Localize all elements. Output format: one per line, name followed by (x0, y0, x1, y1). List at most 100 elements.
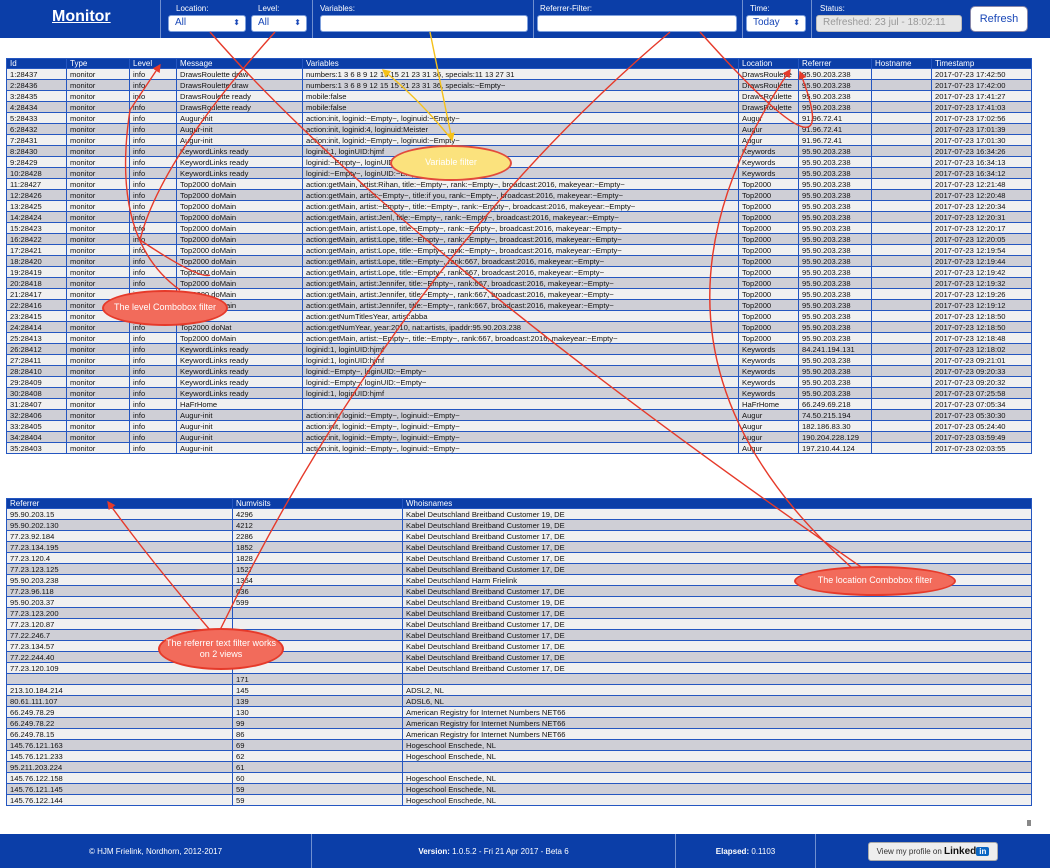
table-cell: Augur-init (176, 442, 303, 454)
table-row[interactable]: 145.76.121.163 69 Hogeschool Enschede, NL (6, 739, 1032, 751)
table-cell: mobile:false (302, 101, 739, 113)
table-cell: 95.90.203.238 (798, 189, 872, 201)
table-cell: info (129, 420, 177, 432)
table-row[interactable]: 171 (6, 673, 1032, 685)
table-cell: 6:28432 (6, 123, 67, 135)
refresh-button[interactable]: Refresh (970, 6, 1028, 32)
table-row[interactable]: 28:28410 monitor info KeywordLinks ready log… (6, 365, 1032, 377)
table-row[interactable]: 3:28435 monitor info DrawsRoulette ready mob… (6, 90, 1032, 102)
column-header[interactable]: Type (66, 58, 130, 69)
table-row[interactable]: 31:28407 monitor info HaFrHome HaFrHome 66.24… (6, 398, 1032, 410)
location-select[interactable]: All ⬍ (168, 15, 246, 32)
table-row[interactable]: 9:28429 monitor info KeywordLinks ready logi… (6, 156, 1032, 168)
table-row[interactable]: 66.249.78.29 130 American Registry for Int… (6, 706, 1032, 718)
table-row[interactable]: 2:28436 monitor info DrawsRoulette draw numb… (6, 79, 1032, 91)
table-cell: monitor (66, 145, 130, 157)
column-header[interactable]: Location (738, 58, 799, 69)
table-row[interactable]: 213.10.184.214 145 ADSL2, NL (6, 684, 1032, 696)
table-row[interactable]: 29:28409 monitor info KeywordLinks ready log… (6, 376, 1032, 388)
table-row[interactable]: 66.249.78.22 99 American Registry for Inte… (6, 717, 1032, 729)
table-row[interactable]: 14:28424 monitor info Top2000 doMain action:… (6, 211, 1032, 223)
table-row[interactable]: 77.23.134.195 1852 Kabel Deutschland Breit… (6, 541, 1032, 553)
column-header[interactable]: Message (176, 58, 303, 69)
table-cell: info (129, 387, 177, 399)
table-row[interactable]: 8:28430 monitor info KeywordLinks ready logi… (6, 145, 1032, 157)
variables-input[interactable] (320, 15, 528, 32)
table-row[interactable]: 6:28432 monitor info Augur-init action:init,… (6, 123, 1032, 135)
table-row[interactable]: 5:28433 monitor info Augur-init action:init,… (6, 112, 1032, 124)
table-row[interactable]: 77.23.120.87 Kabel Deutschland Breitband … (6, 618, 1032, 630)
column-header[interactable]: Variables (302, 58, 739, 69)
table-row[interactable]: 35:28403 monitor info Augur-init action:init… (6, 442, 1032, 454)
table-row[interactable]: 95.211.203.224 61 (6, 761, 1032, 773)
table-row[interactable]: 95.90.203.37 599 Kabel Deutschland Breitba… (6, 596, 1032, 608)
table-row[interactable]: 33:28405 monitor info Augur-init action:init… (6, 420, 1032, 432)
table-row[interactable]: 30:28408 monitor info KeywordLinks ready log… (6, 387, 1032, 399)
table-row[interactable]: 80.61.111.107 139 ADSL6, NL (6, 695, 1032, 707)
table-row[interactable]: 13:28425 monitor info Top2000 doMain action:… (6, 200, 1032, 212)
column-header[interactable]: Numvisits (232, 498, 403, 509)
column-header[interactable]: Referrer (798, 58, 872, 69)
table-row[interactable]: 7:28431 monitor info Augur-init action:init,… (6, 134, 1032, 146)
linkedin-brand: Linked (944, 845, 977, 857)
version-label: Version: (418, 846, 450, 856)
table-row[interactable]: 12:28426 monitor info Top2000 doMain action:… (6, 189, 1032, 201)
table-cell: 95.90.203.238 (798, 244, 872, 256)
table-cell: 4212 (232, 519, 403, 531)
table-row[interactable]: 27:28411 monitor info KeywordLinks ready log… (6, 354, 1032, 366)
table-row[interactable]: 25:28413 monitor info Top2000 doMain action:… (6, 332, 1032, 344)
referrer-filter-input[interactable] (537, 15, 737, 32)
table-row[interactable]: 77.23.123.200 Kabel Deutschland Breitband… (6, 607, 1032, 619)
table-cell: info (129, 167, 177, 179)
linkedin-profile-button[interactable]: View my profile on Linked in (867, 841, 999, 861)
column-header[interactable]: Id (6, 58, 67, 69)
table-row[interactable]: 34:28404 monitor info Augur-init action:init… (6, 431, 1032, 443)
table-cell: action:getMain, artist:~Empty~, title:~E… (302, 332, 739, 344)
table-cell: 2:28436 (6, 79, 67, 91)
table-cell: 2017-07-23 12:20:05 (931, 233, 1032, 245)
table-row[interactable]: 4:28434 monitor info DrawsRoulette ready mob… (6, 101, 1032, 113)
table-row[interactable]: 77.23.120.109 Kabel Deutschland Breitband… (6, 662, 1032, 674)
table-row[interactable]: 11:28427 monitor info Top2000 doMain action:… (6, 178, 1032, 190)
referrer-table-scrollbar[interactable] (1027, 820, 1031, 826)
callout-location-filter: The location Combobox filter (794, 566, 956, 596)
table-cell: 95.90.203.238 (798, 365, 872, 377)
column-header[interactable]: Level (129, 58, 177, 69)
table-row[interactable]: 10:28428 monitor info KeywordLinks ready log… (6, 167, 1032, 179)
app-logo[interactable]: Monitor (52, 8, 111, 26)
table-cell: Kabel Deutschland Breitband Customer 17,… (402, 607, 1032, 619)
column-header[interactable]: Whoisnames (402, 498, 1032, 509)
table-row[interactable]: 77.23.120.4 1828 Kabel Deutschland Breitba… (6, 552, 1032, 564)
column-header[interactable]: Timestamp (931, 58, 1032, 69)
table-row[interactable]: 26:28412 monitor info KeywordLinks ready log… (6, 343, 1032, 355)
table-row[interactable]: 20:28418 monitor info Top2000 doMain action:… (6, 277, 1032, 289)
column-header[interactable]: Referrer (6, 498, 233, 509)
table-row[interactable]: 32:28406 monitor info Augur-init action:init… (6, 409, 1032, 421)
table-row[interactable]: 145.76.121.145 59 Hogeschool Enschede, NL (6, 783, 1032, 795)
column-header[interactable]: Hostname (871, 58, 932, 69)
level-select[interactable]: All ⬍ (251, 15, 307, 32)
table-cell: monitor (66, 233, 130, 245)
table-cell: 2017-07-23 05:30:30 (931, 409, 1032, 421)
table-cell: 91.96.72.41 (798, 112, 872, 124)
table-cell: info (129, 343, 177, 355)
table-row[interactable]: 18:28420 monitor info Top2000 doMain action:… (6, 255, 1032, 267)
table-cell: mobile:false (302, 90, 739, 102)
table-cell: DrawsRoulette draw (176, 68, 303, 80)
table-row[interactable]: 17:28421 monitor info Top2000 doMain action:… (6, 244, 1032, 256)
table-row[interactable]: 66.249.78.15 86 American Registry for Inte… (6, 728, 1032, 740)
table-row[interactable]: 95.90.202.130 4212 Kabel Deutschland Breit… (6, 519, 1032, 531)
table-row[interactable]: 1:28437 monitor info DrawsRoulette draw numb… (6, 68, 1032, 80)
table-row[interactable]: 19:28419 monitor info Top2000 doMain action:… (6, 266, 1032, 278)
table-row[interactable]: 145.76.122.158 60 Hogeschool Enschede, NL (6, 772, 1032, 784)
table-row[interactable]: 77.23.92.184 2286 Kabel Deutschland Breitb… (6, 530, 1032, 542)
table-cell: Top2000 (738, 332, 799, 344)
table-row[interactable]: 16:28422 monitor info Top2000 doMain action:… (6, 233, 1032, 245)
table-row[interactable]: 145.76.121.233 62 Hogeschool Enschede, NL (6, 750, 1032, 762)
table-row[interactable]: 95.90.203.15 4296 Kabel Deutschland Breitb… (6, 508, 1032, 520)
time-select[interactable]: Today ⬍ (746, 15, 806, 32)
table-cell (871, 365, 932, 377)
table-row[interactable]: 145.76.122.144 59 Hogeschool Enschede, NL (6, 794, 1032, 806)
table-row[interactable]: 15:28423 monitor info Top2000 doMain action:… (6, 222, 1032, 234)
table-cell: DrawsRoulette (738, 90, 799, 102)
